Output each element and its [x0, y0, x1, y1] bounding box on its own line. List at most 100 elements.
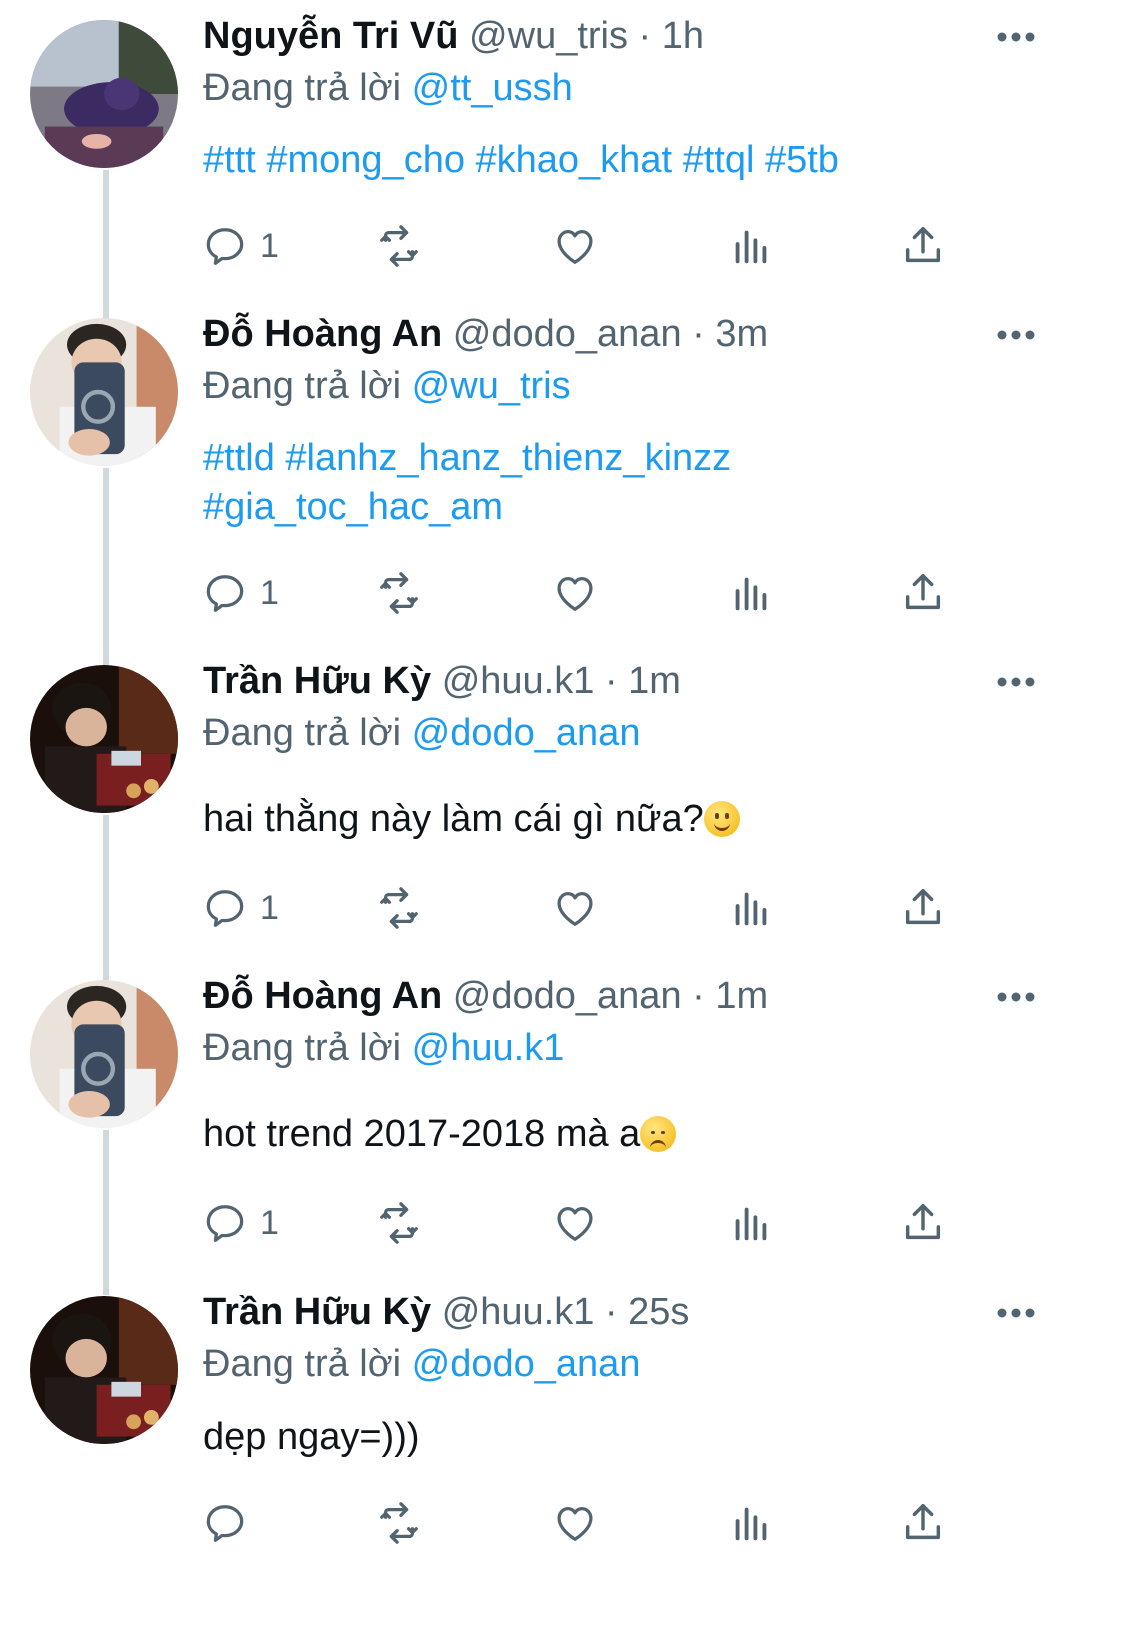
like-button[interactable] — [552, 1198, 598, 1248]
retweet-icon — [380, 1502, 418, 1544]
like-button[interactable] — [552, 568, 598, 618]
share-button[interactable] — [900, 1498, 946, 1548]
more-options-icon[interactable] — [996, 675, 1036, 689]
handle-and-time[interactable]: @dodo_anan · 3m — [453, 313, 768, 355]
more-options-icon[interactable] — [996, 990, 1036, 1004]
more-options-icon[interactable] — [996, 1306, 1036, 1320]
heart-icon — [557, 1206, 593, 1241]
retweet-icon — [380, 887, 418, 929]
tweet-actions: 1 — [0, 883, 1125, 933]
pensive-face-icon — [640, 1116, 677, 1152]
views-button[interactable] — [728, 1498, 774, 1548]
retweet-button[interactable] — [376, 1198, 422, 1248]
share-button[interactable] — [900, 568, 946, 618]
mention-link[interactable]: @dodo_anan — [412, 1343, 641, 1385]
share-button[interactable] — [900, 1198, 946, 1248]
display-name[interactable]: Nguyễn Tri Vũ — [203, 15, 458, 57]
analytics-icon — [735, 577, 767, 611]
reply-button[interactable]: 1 — [202, 883, 279, 933]
display-name[interactable]: Đỗ Hoàng An — [203, 975, 442, 1017]
handle-and-time[interactable]: @dodo_anan · 1m — [453, 975, 768, 1017]
share-button[interactable] — [900, 883, 946, 933]
avatar[interactable] — [30, 1296, 178, 1444]
avatar[interactable] — [30, 980, 178, 1128]
retweet-button[interactable] — [376, 568, 422, 618]
reply-button[interactable]: 1 — [202, 568, 279, 618]
tweet-header: Đỗ Hoàng An @dodo_anan · 3m — [203, 312, 768, 356]
display-name[interactable]: Trần Hữu Kỳ — [203, 660, 431, 702]
tweet-text-line: hai thằng này làm cái gì nữa? — [203, 798, 704, 840]
share-icon — [905, 227, 941, 263]
hashtag-line[interactable]: #ttld #lanhz_hanz_thienz_kinzz — [203, 434, 983, 483]
tweet-text: #ttt #mong_cho #khao_khat #ttql #5tb — [203, 136, 983, 185]
mention-link[interactable]: @tt_ussh — [412, 67, 573, 109]
tweet[interactable]: Đỗ Hoàng An @dodo_anan · 3m Đang trả lời… — [0, 313, 1125, 648]
tweet-text-line: dẹp ngay=))) — [203, 1416, 420, 1458]
replying-to-label: Đang trả lời — [203, 1027, 402, 1069]
replying-to: Đang trả lời @dodo_anan — [203, 711, 640, 755]
retweet-icon — [380, 225, 418, 267]
display-name[interactable]: Trần Hữu Kỳ — [203, 1291, 431, 1333]
tweet-text: hot trend 2017-2018 mà a — [203, 1110, 983, 1159]
retweet-button[interactable] — [376, 1498, 422, 1548]
more-options-icon[interactable] — [996, 328, 1036, 342]
tweet-actions: 1 — [0, 1198, 1125, 1248]
avatar-photo — [30, 665, 178, 813]
tweet-text: dẹp ngay=))) — [203, 1413, 983, 1462]
tweet[interactable]: Nguyễn Tri Vũ @wu_tris · 1h Đang trả lời… — [0, 15, 1125, 300]
hashtag-line[interactable]: #gia_toc_hac_am — [203, 483, 983, 532]
share-icon — [905, 889, 941, 925]
views-button[interactable] — [728, 568, 774, 618]
analytics-icon — [735, 230, 767, 264]
avatar[interactable] — [30, 20, 178, 168]
tweet-header: Trần Hữu Kỳ @huu.k1 · 1m — [203, 659, 681, 703]
hashtag-line[interactable]: #ttt #mong_cho #khao_khat #ttql #5tb — [203, 136, 983, 185]
avatar[interactable] — [30, 665, 178, 813]
reply-count: 1 — [260, 888, 279, 927]
tweet-header: Nguyễn Tri Vũ @wu_tris · 1h — [203, 14, 704, 58]
views-button[interactable] — [728, 1198, 774, 1248]
replying-to-label: Đang trả lời — [203, 712, 402, 754]
more-options-icon[interactable] — [996, 30, 1036, 44]
analytics-icon — [735, 892, 767, 926]
tweet-header: Đỗ Hoàng An @dodo_anan · 1m — [203, 974, 768, 1018]
mention-link[interactable]: @huu.k1 — [412, 1027, 565, 1069]
handle-and-time[interactable]: @huu.k1 · 1m — [442, 660, 681, 702]
handle-and-time[interactable]: @wu_tris · 1h — [469, 15, 704, 57]
like-button[interactable] — [552, 221, 598, 271]
avatar[interactable] — [30, 318, 178, 466]
heart-icon — [557, 891, 593, 926]
mention-link[interactable]: @wu_tris — [412, 365, 571, 407]
reply-button[interactable]: 1 — [202, 1198, 279, 1248]
avatar-photo — [30, 318, 178, 466]
views-button[interactable] — [728, 883, 774, 933]
reply-count: 1 — [260, 226, 279, 265]
tweet-text-line: hot trend 2017-2018 mà a — [203, 1113, 641, 1155]
avatar-photo — [30, 980, 178, 1128]
heart-icon — [557, 576, 593, 611]
reply-count: 1 — [260, 573, 279, 612]
like-button[interactable] — [552, 1498, 598, 1548]
reply-count: 1 — [260, 1203, 279, 1242]
like-button[interactable] — [552, 883, 598, 933]
reply-button[interactable] — [202, 1498, 260, 1548]
retweet-button[interactable] — [376, 221, 422, 271]
retweet-icon — [380, 572, 418, 614]
handle-and-time[interactable]: @huu.k1 · 25s — [442, 1291, 690, 1333]
display-name[interactable]: Đỗ Hoàng An — [203, 313, 442, 355]
tweet[interactable]: Trần Hữu Kỳ @huu.k1 · 25s Đang trả lời @… — [0, 1291, 1125, 1626]
tweet-actions — [0, 1498, 1125, 1548]
reply-button[interactable]: 1 — [202, 221, 279, 271]
views-button[interactable] — [728, 221, 774, 271]
reply-icon — [206, 1505, 244, 1542]
mention-link[interactable]: @dodo_anan — [412, 712, 641, 754]
share-button[interactable] — [900, 221, 946, 271]
tweet[interactable]: Đỗ Hoàng An @dodo_anan · 1m Đang trả lời… — [0, 975, 1125, 1280]
replying-to-label: Đang trả lời — [203, 1343, 402, 1385]
tweet-header: Trần Hữu Kỳ @huu.k1 · 25s — [203, 1290, 689, 1334]
analytics-icon — [735, 1507, 767, 1541]
tweet-actions: 1 — [0, 221, 1125, 271]
replying-to: Đang trả lời @wu_tris — [203, 364, 571, 408]
tweet[interactable]: Trần Hữu Kỳ @huu.k1 · 1m Đang trả lời @d… — [0, 660, 1125, 965]
retweet-button[interactable] — [376, 883, 422, 933]
